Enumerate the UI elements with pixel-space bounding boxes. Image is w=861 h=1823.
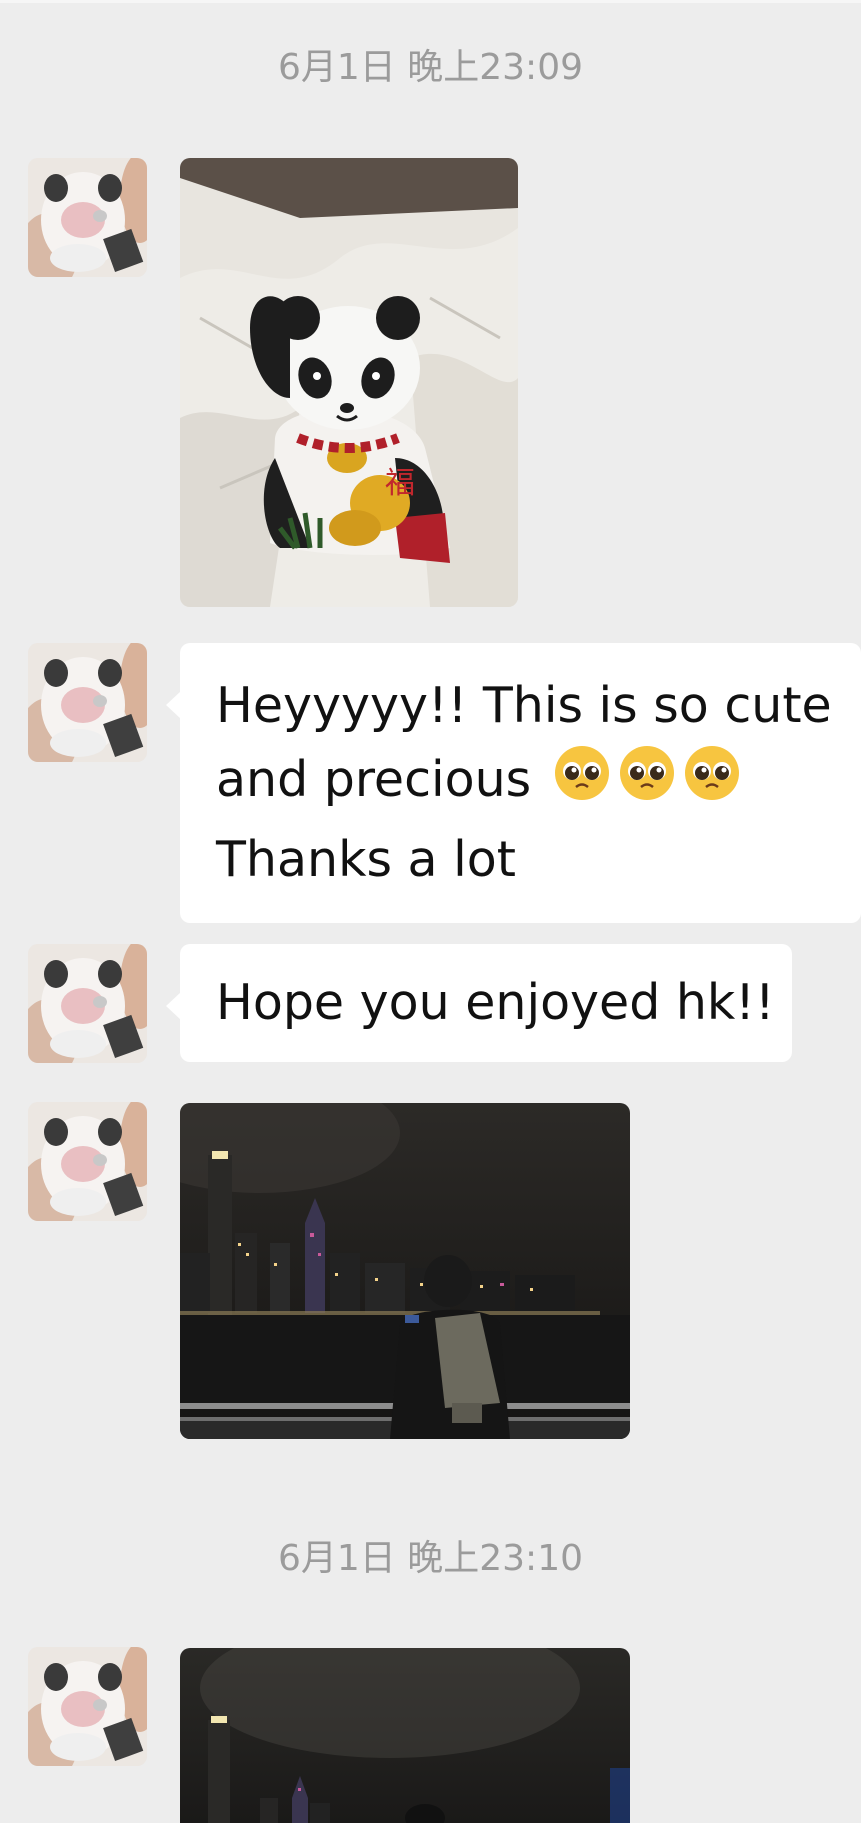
message-bubble[interactable]: Heyyyyy!! This is so cute and precious T… bbox=[166, 643, 861, 923]
message-text: Hope you enjoyed hk!! bbox=[216, 974, 775, 1031]
contact-avatar[interactable] bbox=[28, 643, 147, 762]
contact-avatar[interactable] bbox=[28, 944, 147, 1063]
message-timestamp: 6月1日 晚上23:09 bbox=[278, 47, 583, 88]
message-text-line: Heyyyyy!! This is so cute bbox=[216, 677, 832, 734]
message-text-line: Thanks a lot bbox=[216, 831, 516, 888]
pleading-face-emoji-icon bbox=[618, 744, 676, 823]
message-text: and precious bbox=[216, 751, 532, 808]
message-text-line: and precious bbox=[216, 743, 825, 823]
contact-avatar[interactable] bbox=[28, 1647, 147, 1766]
message-timestamp: 6月1日 晚上23:10 bbox=[278, 1538, 583, 1579]
pleading-face-emoji-icon bbox=[553, 744, 611, 823]
svg-text:福: 福 bbox=[385, 466, 415, 501]
hong-kong-harbour-night-photo-2[interactable] bbox=[180, 1648, 630, 1823]
top-divider bbox=[0, 0, 861, 3]
contact-avatar[interactable] bbox=[28, 1102, 147, 1221]
message-bubble[interactable]: Hope you enjoyed hk!! bbox=[166, 944, 792, 1062]
contact-avatar[interactable] bbox=[28, 158, 147, 277]
pleading-face-emoji-icon bbox=[683, 744, 741, 823]
hong-kong-harbour-night-photo[interactable] bbox=[180, 1103, 630, 1439]
panda-lucky-cat-photo[interactable]: 福 bbox=[180, 158, 518, 607]
